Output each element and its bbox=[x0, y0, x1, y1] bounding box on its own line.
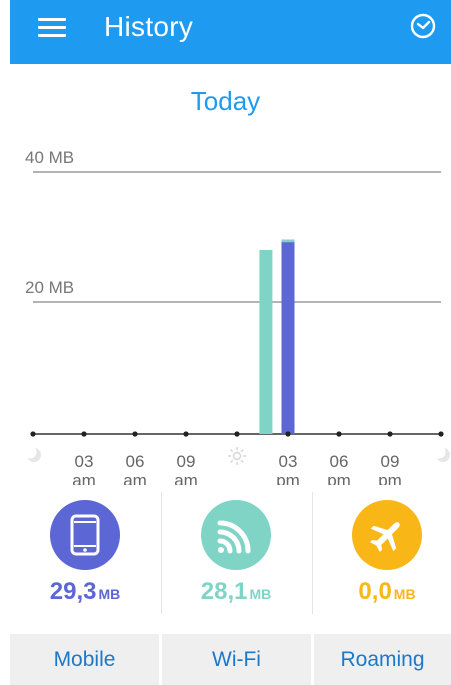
app-bar: History bbox=[10, 0, 451, 64]
x-axis-dot bbox=[30, 431, 36, 437]
moon-icon bbox=[23, 445, 41, 462]
sun-icon bbox=[228, 447, 246, 465]
x-axis-dot bbox=[438, 431, 444, 437]
x-axis-dot bbox=[132, 431, 138, 437]
x-tick-label: 06 bbox=[126, 452, 145, 471]
x-tick-label: pm bbox=[276, 471, 300, 485]
mobile-value: 29,3 MB bbox=[10, 578, 160, 606]
bar-mobile bbox=[281, 242, 295, 434]
mobile-circle bbox=[50, 500, 120, 570]
page-title: History bbox=[104, 11, 194, 42]
mobile-unit: MB bbox=[98, 586, 121, 602]
x-tick-label: 06 bbox=[330, 452, 349, 471]
roaming-amount: 0,0 bbox=[358, 578, 392, 605]
x-axis-dot bbox=[387, 431, 393, 437]
mobile-stat: 29,3 MB bbox=[10, 492, 160, 614]
tab-roaming[interactable]: Roaming bbox=[314, 634, 451, 685]
x-tick-label: 03 bbox=[75, 452, 94, 471]
roaming-circle bbox=[352, 500, 422, 570]
bottom-tabs: Mobile Wi-Fi Roaming bbox=[10, 634, 451, 685]
x-tick-label: am bbox=[72, 471, 96, 485]
x-axis-dot bbox=[234, 431, 240, 437]
tab-wifi[interactable]: Wi-Fi bbox=[162, 634, 311, 685]
phone-icon bbox=[70, 514, 100, 556]
x-tick-label: 09 bbox=[381, 452, 400, 471]
x-tick-label: pm bbox=[378, 471, 402, 485]
x-axis-dot bbox=[183, 431, 189, 437]
y-tick-label: 40 MB bbox=[25, 148, 74, 167]
roaming-value: 0,0 MB bbox=[312, 578, 451, 606]
x-axis-dot bbox=[285, 431, 291, 437]
x-axis-dot bbox=[81, 431, 87, 437]
y-tick-label: 20 MB bbox=[25, 278, 74, 297]
moon-icon bbox=[432, 445, 450, 462]
day-label: Today bbox=[190, 86, 261, 116]
roaming-unit: MB bbox=[393, 586, 416, 602]
airplane-icon bbox=[370, 522, 400, 552]
x-tick-label: pm bbox=[327, 471, 351, 485]
x-tick-label: 09 bbox=[177, 452, 196, 471]
bar-stack-top bbox=[281, 239, 295, 243]
wifi-stat: 28,1 MB bbox=[161, 492, 311, 614]
wifi-value: 28,1 MB bbox=[161, 578, 311, 606]
menu-icon[interactable] bbox=[38, 16, 66, 38]
clock-icon[interactable] bbox=[410, 13, 436, 39]
x-tick-label: am bbox=[174, 471, 198, 485]
tab-mobile[interactable]: Mobile bbox=[10, 634, 159, 685]
roaming-stat: 0,0 MB bbox=[312, 492, 451, 614]
x-tick-label: 03 bbox=[279, 452, 298, 471]
wifi-icon bbox=[217, 520, 251, 554]
usage-chart: 40 MB 20 MB 03am06am09am03pm06pm09pm bbox=[23, 148, 450, 485]
wifi-unit: MB bbox=[249, 586, 272, 602]
x-axis-dot bbox=[336, 431, 342, 437]
wifi-circle bbox=[201, 500, 271, 570]
x-tick-label: am bbox=[123, 471, 147, 485]
wifi-amount: 28,1 bbox=[200, 578, 248, 605]
mobile-amount: 29,3 bbox=[49, 578, 97, 605]
bar-wifi bbox=[259, 249, 273, 434]
